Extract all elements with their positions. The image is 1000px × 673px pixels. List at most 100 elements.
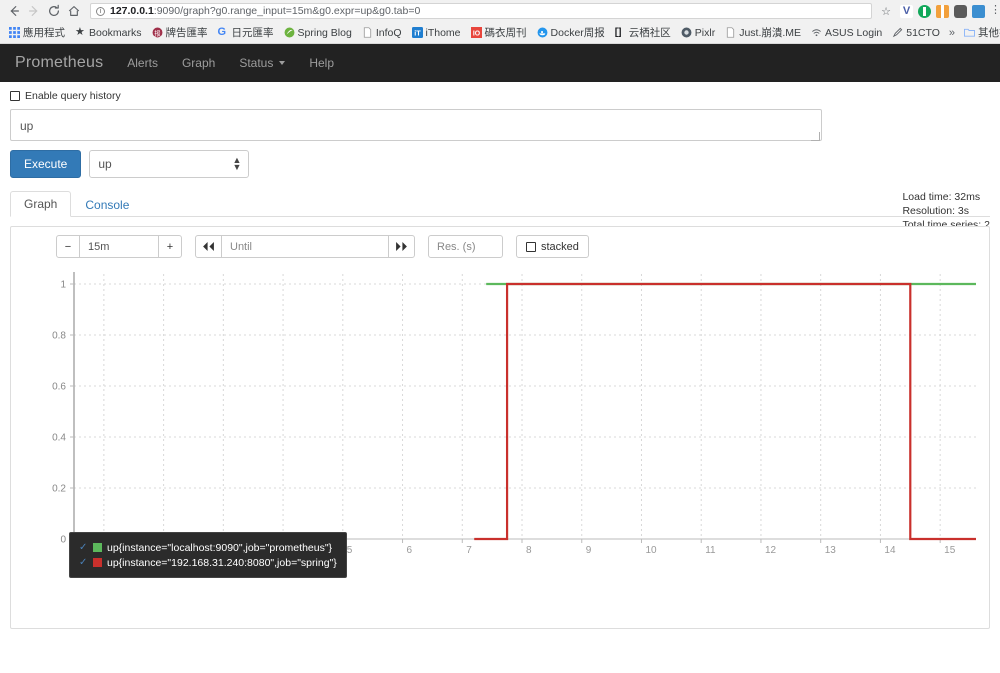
page-icon [725,27,736,38]
range-increase-button[interactable]: + [158,235,182,258]
legend-check-icon: ✓ [79,558,88,568]
bookmark-label: 云栖社区 [629,25,671,40]
execute-row: Execute up ▲▼ [10,150,990,178]
svg-text:11: 11 [705,545,716,556]
query-history-row: Enable query history [10,90,990,102]
browser-toolbar: i 127.0.0.1:9090/graph?g0.range_input=15… [0,0,1000,22]
bookmark-riyuan[interactable]: G 日元匯率 [213,24,279,42]
nav-link-status-label: Status [239,56,273,70]
bookmark-51cto[interactable]: 51CTO [887,24,945,42]
nav-link-graph[interactable]: Graph [170,56,227,70]
legend-item[interactable]: ✓ up{instance="localhost:9090",job="prom… [79,540,337,555]
legend-label: up{instance="192.168.31.240:8080",job="s… [107,557,337,569]
textarea-resize-handle[interactable] [811,132,820,141]
bookmark-docker[interactable]: Docker周报 [532,24,610,42]
time-forward-button[interactable] [388,235,415,258]
legend-label: up{instance="localhost:9090",job="promet… [107,542,332,554]
bookmark-bookmarks[interactable]: ★ Bookmarks [70,24,147,42]
range-decrease-button[interactable]: − [56,235,80,258]
stepper-icon: ▲▼ [232,157,241,171]
pixlr-icon [681,27,692,38]
svg-text:0.2: 0.2 [52,484,66,495]
bookmark-asus-login[interactable]: ASUS Login [806,24,887,42]
svg-text:10: 10 [645,545,657,556]
url-path: :9090/graph?g0.range_input=15m&g0.expr=u… [154,5,421,17]
legend-item[interactable]: ✓ up{instance="192.168.31.240:8080",job=… [79,555,337,570]
reload-icon[interactable] [44,1,64,21]
back-arrow-icon[interactable] [4,1,24,21]
tabs: Graph Console [10,190,990,217]
enable-query-history-checkbox[interactable] [10,91,20,101]
stacked-checkbox[interactable] [526,242,536,252]
bookmark-label: Docker周报 [551,25,605,40]
grid-lines [74,274,976,539]
extension-v-icon[interactable]: V [900,5,913,18]
extension-orange-icon[interactable] [936,5,949,18]
svg-text:报: 报 [154,28,161,37]
resolution-input[interactable]: Res. (s) [428,235,503,258]
apps-grid-icon [9,27,20,38]
star-icon[interactable]: ☆ [878,3,894,19]
bookmark-yunqi[interactable]: [] 云栖社区 [610,24,676,42]
nav-link-alerts[interactable]: Alerts [115,56,170,70]
until-input[interactable]: Until [222,235,388,258]
bookmark-pixlr[interactable]: Pixlr [676,24,720,42]
star-icon: ★ [75,27,86,38]
expression-input[interactable] [10,109,822,141]
bookmark-guanggao[interactable]: 报 牌告匯率 [147,24,213,42]
extension-blue-icon[interactable] [972,5,985,18]
bookmark-infoq[interactable]: InfoQ [357,24,407,42]
bookmark-apps[interactable]: 應用程式 [4,24,70,42]
ithome-icon: iT [412,27,423,38]
nav-link-help[interactable]: Help [297,56,346,70]
axis-lines [74,272,976,539]
bookmark-label: InfoQ [376,27,402,39]
site-info-icon[interactable]: i [96,7,105,16]
svg-text:iT: iT [414,28,421,37]
tab-console[interactable]: Console [71,192,143,217]
url-text: 127.0.0.1:9090/graph?g0.range_input=15m&… [110,5,420,17]
bookmark-label: ASUS Login [825,27,882,39]
bookmark-label: 牌告匯率 [166,25,208,40]
nav-link-status[interactable]: Status [227,56,297,70]
page-icon [362,27,373,38]
svg-text:15: 15 [944,545,956,556]
svg-text:5: 5 [347,545,353,556]
bookmark-just-me[interactable]: Just.崩潰.ME [720,24,806,42]
range-input[interactable]: 15m [80,235,158,258]
tab-graph[interactable]: Graph [10,191,71,217]
bookmark-spring-blog[interactable]: Spring Blog [279,24,357,42]
bookmark-label: Spring Blog [298,27,352,39]
folder-icon [964,27,975,38]
data-series [474,284,976,539]
load-time: Load time: 32ms [902,190,990,204]
address-bar[interactable]: i 127.0.0.1:9090/graph?g0.range_input=15… [90,3,872,19]
bookmark-ithome[interactable]: iT iThome [407,24,466,42]
svg-text:0: 0 [60,535,66,546]
resolution-control-group: Res. (s) [428,235,503,258]
bookmark-label: Pixlr [695,27,715,39]
extension-mask-icon[interactable] [954,5,967,18]
bookmark-label: 碼衣周刊 [485,25,527,40]
bookmark-other-bookmarks[interactable]: 其他書籤 [959,24,1000,42]
graph-legend: ✓ up{instance="localhost:9090",job="prom… [69,532,347,578]
browser-chrome: i 127.0.0.1:9090/graph?g0.range_input=15… [0,0,1000,44]
bookmarks-overflow-button[interactable]: » [945,24,959,42]
url-host: 127.0.0.1 [110,5,154,17]
extension-green-circle-icon[interactable] [918,5,931,18]
spring-leaf-icon [284,27,295,38]
bookmark-mayizhoukan[interactable]: IO 碼衣周刊 [466,24,532,42]
time-backward-button[interactable] [195,235,222,258]
legend-color-swatch [93,543,102,552]
google-g-icon: G [218,27,229,38]
chrome-menu-icon[interactable]: ⋮ [990,5,996,18]
execute-button[interactable]: Execute [10,150,81,178]
metric-select[interactable]: up ▲▼ [89,150,249,178]
svg-text:9: 9 [586,545,592,556]
extension-icons: V ⋮ [900,5,996,18]
stacked-toggle[interactable]: stacked [516,235,589,258]
svg-text:13: 13 [825,545,837,556]
brand-prometheus[interactable]: Prometheus [10,54,115,72]
home-icon[interactable] [64,1,84,21]
io-icon: IO [471,27,482,38]
